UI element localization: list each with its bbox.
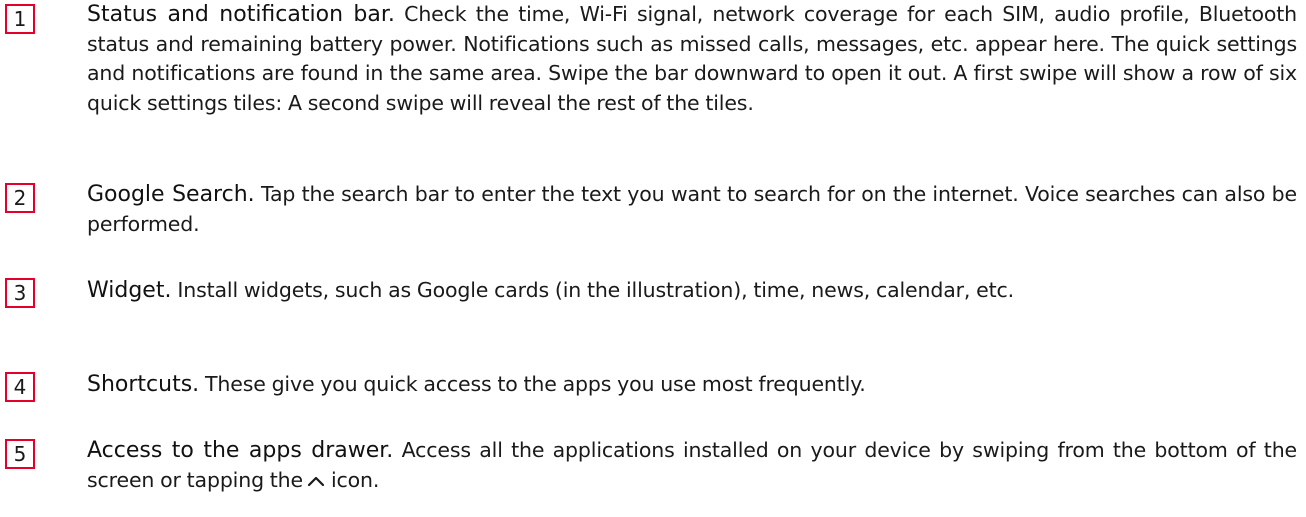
item-title: Shortcuts. — [87, 372, 200, 397]
item-number-badge: 5 — [5, 439, 35, 469]
item-title: Access to the apps drawer. — [87, 438, 394, 463]
item-number-badge: 1 — [5, 4, 35, 34]
item-number-badge: 4 — [5, 372, 35, 402]
item-body: These give you quick access to the apps … — [199, 372, 866, 396]
item-body-end: icon. — [331, 467, 380, 492]
item-description: Access to the apps drawer. Access all th… — [87, 436, 1297, 495]
item-description: Shortcuts. These give you quick access t… — [87, 370, 1297, 400]
item-body: Install widgets, such as Google cards (i… — [171, 278, 1014, 302]
item-title: Status and notification bar. — [87, 2, 395, 27]
item-body: Tap the search bar to enter the text you… — [87, 182, 1297, 236]
item-title: Google Search. — [87, 182, 255, 207]
item-description: Status and notification bar. Check the t… — [87, 0, 1297, 118]
item-title: Widget. — [87, 278, 172, 303]
item-description: Widget. Install widgets, such as Google … — [87, 276, 1297, 306]
item-number-badge: 2 — [5, 183, 35, 213]
item-description: Google Search. Tap the search bar to ent… — [87, 180, 1297, 239]
item-number-badge: 3 — [5, 278, 35, 308]
chevron-up-icon — [307, 476, 325, 486]
